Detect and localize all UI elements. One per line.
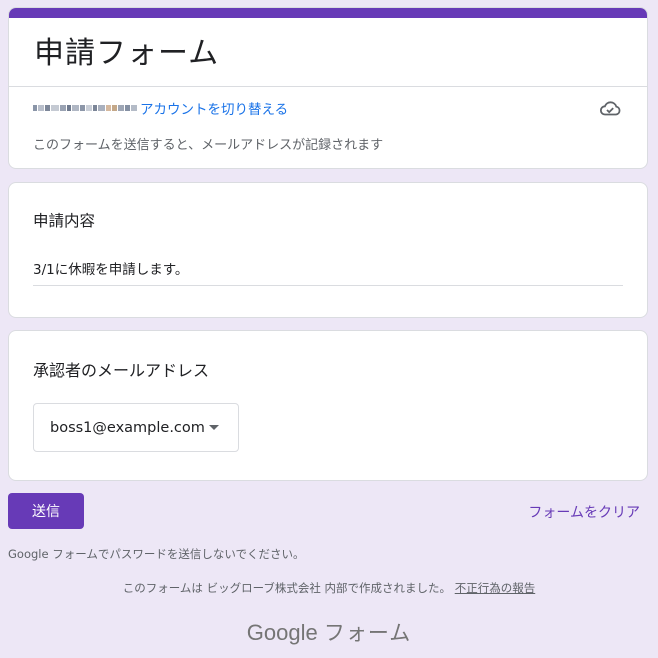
email-record-notice: このフォームを送信すると、メールアドレスが記録されます bbox=[33, 138, 384, 153]
created-by-text: このフォームは ビッグローブ株式会社 内部で作成されました。 bbox=[122, 581, 452, 595]
dropdown-selected-value: boss1@example.com bbox=[50, 419, 205, 436]
header-accent-bar bbox=[9, 8, 647, 18]
logo-google-text: Google bbox=[246, 620, 318, 645]
request-text-input[interactable]: 3/1に休暇を申請します。 bbox=[33, 254, 623, 286]
google-forms-logo[interactable]: Google フォーム bbox=[0, 617, 658, 647]
form-title: 申請フォーム bbox=[34, 36, 220, 71]
footer-note: このフォームは ビッグローブ株式会社 内部で作成されました。 不正行為の報告 bbox=[0, 580, 658, 596]
approver-email-dropdown[interactable]: boss1@example.com bbox=[33, 403, 239, 452]
logo-forms-text: フォーム bbox=[323, 621, 412, 645]
switch-account-link[interactable]: アカウントを切り替える bbox=[140, 98, 288, 118]
cloud-saved-icon bbox=[599, 101, 621, 116]
dropdown-arrow-icon bbox=[209, 425, 219, 430]
header-divider bbox=[9, 86, 647, 87]
question-card-request: 申請内容 3/1に休暇を申請します。 bbox=[8, 182, 648, 318]
password-warning: Google フォームでパスワードを送信しないでください。 bbox=[8, 547, 305, 561]
submit-button[interactable]: 送信 bbox=[8, 493, 84, 529]
clear-form-button[interactable]: フォームをクリア bbox=[528, 502, 640, 522]
report-abuse-link[interactable]: 不正行為の報告 bbox=[455, 581, 536, 595]
masked-email bbox=[33, 102, 138, 114]
question-card-approver: 承認者のメールアドレス boss1@example.com bbox=[8, 330, 648, 481]
form-header-card: 申請フォーム アカウントを切り替える このフォームを送信すると、メールアドレスが… bbox=[8, 7, 648, 169]
question-title: 承認者のメールアドレス bbox=[33, 361, 210, 380]
question-title: 申請内容 bbox=[33, 212, 96, 230]
account-row: アカウントを切り替える bbox=[33, 98, 288, 118]
